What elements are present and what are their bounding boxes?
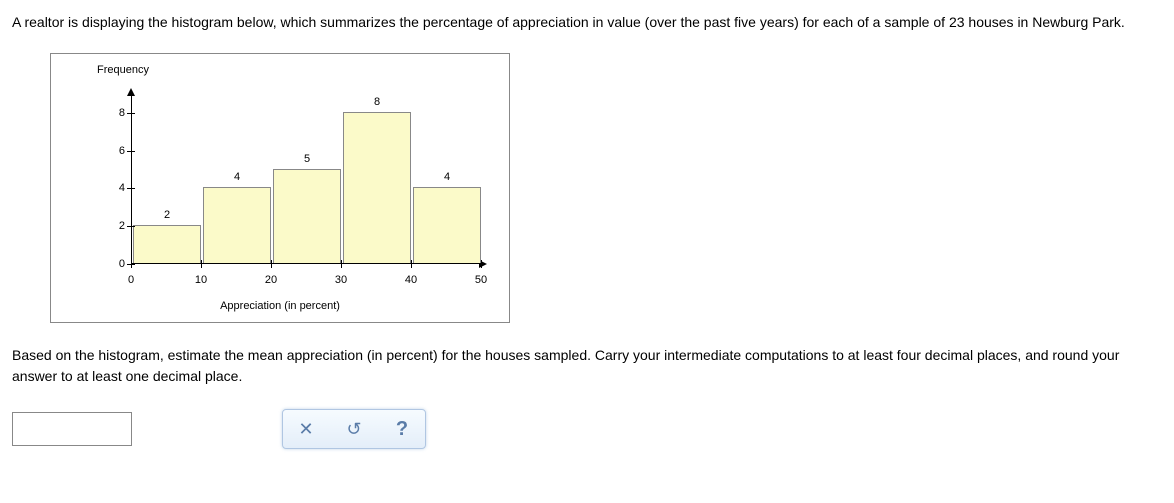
x-tick-label: 50 [475,274,487,286]
histogram-bar: 5 [273,169,341,263]
x-tick-label: 0 [128,274,134,286]
sample-size: 23 [949,14,965,30]
bar-value-label: 2 [134,209,200,221]
x-tick [341,260,342,268]
histogram-bar: 2 [133,225,201,263]
question-text-after: houses in Newburg Park. [965,14,1125,30]
y-arrow-icon [127,88,135,96]
x-icon: ✕ [298,419,313,440]
histogram-bar: 4 [203,187,271,263]
x-tick-label: 10 [195,274,207,286]
x-tick [131,260,132,268]
bar-value-label: 5 [274,153,340,165]
question-text-before: A realtor is displaying the histogram be… [12,14,949,30]
reset-icon: ↺ [346,419,361,440]
y-axis [131,94,132,264]
x-axis-label: Appreciation (in percent) [51,300,509,312]
histogram-chart: Frequency 24584 02468 01020304050 Apprec… [50,53,510,323]
clear-button[interactable]: ✕ [293,416,319,442]
histogram-bar: 8 [343,112,411,263]
y-tick-label: 2 [107,220,125,232]
y-tick-label: 6 [107,145,125,157]
bar-value-label: 8 [344,96,410,108]
y-axis-label: Frequency [97,64,149,76]
help-button[interactable]: ? [389,416,415,442]
histogram-bar: 4 [413,187,481,263]
reset-button[interactable]: ↺ [341,416,367,442]
question-intro: A realtor is displaying the histogram be… [12,12,1162,33]
y-tick [127,151,135,152]
x-tick-label: 40 [405,274,417,286]
x-tick [201,260,202,268]
y-tick-label: 0 [107,258,125,270]
plot-area: 24584 02468 01020304050 [131,94,481,264]
y-tick [127,113,135,114]
instruction-text: Based on the histogram, estimate the mea… [12,345,1162,387]
x-tick-label: 20 [265,274,277,286]
help-icon: ? [396,418,408,441]
x-tick [481,260,482,268]
y-tick [127,188,135,189]
y-tick-label: 4 [107,182,125,194]
y-tick-label: 8 [107,107,125,119]
bar-value-label: 4 [414,171,480,183]
x-tick [411,260,412,268]
x-tick-label: 30 [335,274,347,286]
x-axis [131,263,481,264]
y-tick [127,226,135,227]
answer-input[interactable] [12,412,132,446]
bar-value-label: 4 [204,171,270,183]
control-buttons: ✕ ↺ ? [282,409,426,449]
x-tick [271,260,272,268]
